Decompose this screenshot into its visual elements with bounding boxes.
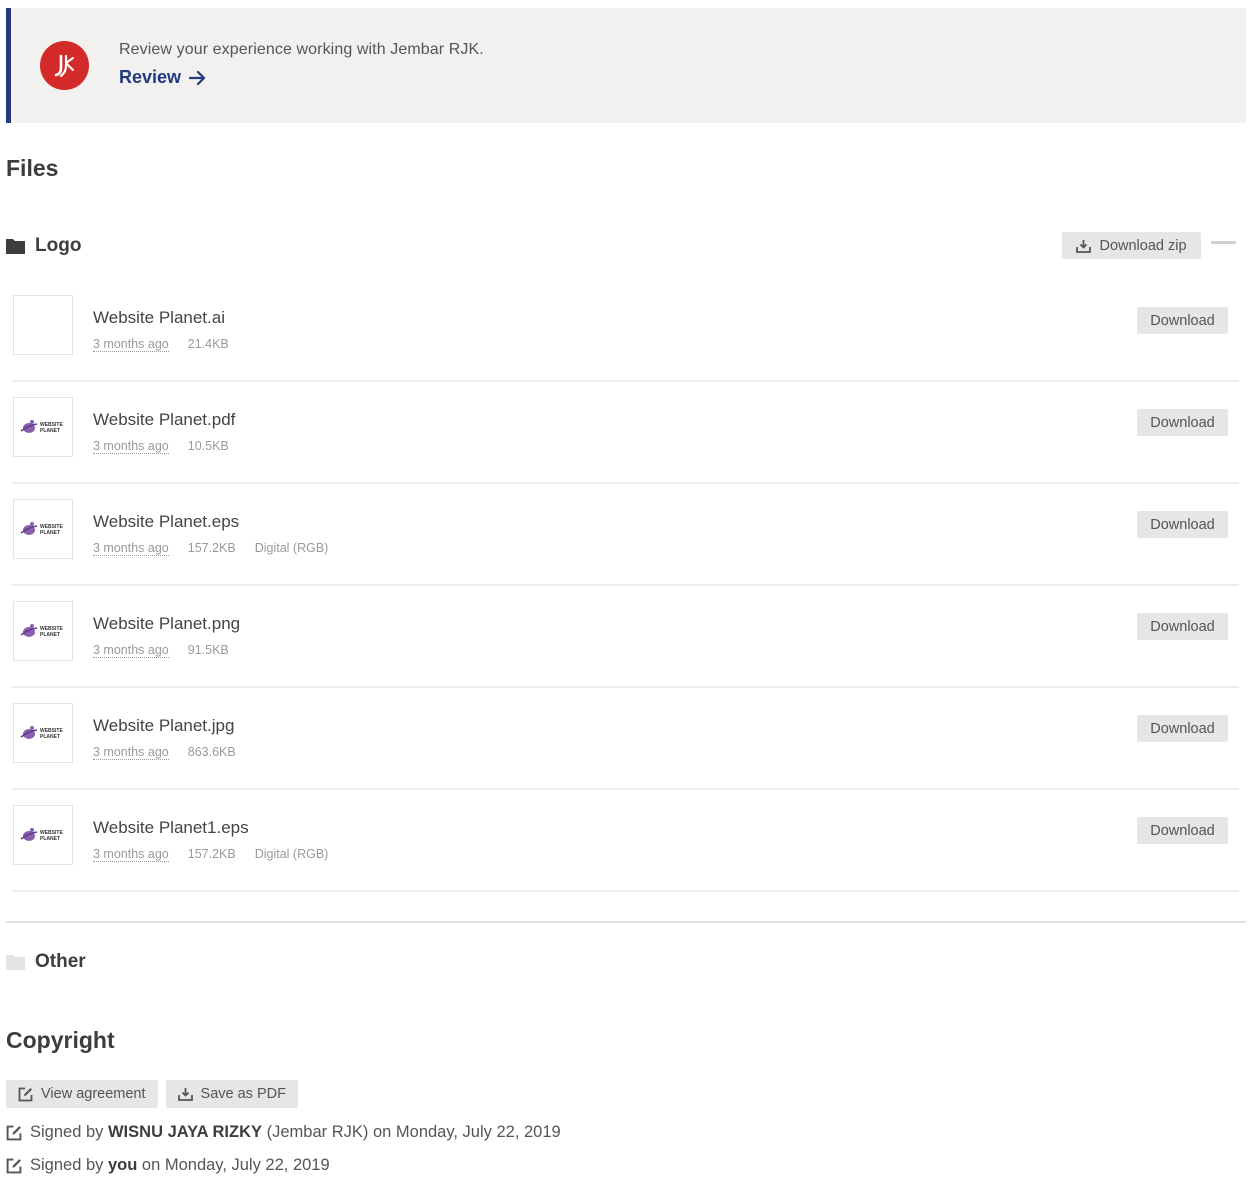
website-planet-logo-icon: WEBSITEPLANET (20, 624, 63, 638)
file-name[interactable]: Website Planet.pdf (93, 410, 235, 430)
file-size: 91.5KB (187, 643, 229, 657)
jembar-logo-icon (54, 54, 74, 77)
file-meta: 3 months ago 21.4KB (93, 337, 229, 352)
download-icon (177, 1088, 193, 1101)
file-thumbnail[interactable]: WEBSITE PLANET (13, 703, 73, 763)
file-name[interactable]: Website Planet1.eps (93, 818, 249, 838)
download-button[interactable]: Download (1137, 409, 1228, 436)
file-age: 3 months ago (93, 439, 169, 454)
download-label: Download (1150, 414, 1215, 431)
download-button[interactable]: Download (1137, 511, 1228, 538)
signer-name: WISNU JAYA RIZKY (107, 1123, 263, 1141)
website-planet-logo-icon: WEBSITEPLANET (20, 522, 63, 536)
view-agreement-label: View agreement (41, 1086, 146, 1102)
folder-icon (6, 955, 25, 970)
download-zip-button[interactable]: Download zip (1062, 232, 1201, 259)
file-age: 3 months ago (93, 847, 169, 862)
file-thumbnail[interactable] (13, 295, 73, 355)
file-size: 863.6KB (187, 745, 236, 759)
file-thumbnail[interactable]: WEBSITE PLANET (13, 805, 73, 865)
file-row: WEBSITE PLANET Website Planet.pdf 3 months … (12, 382, 1239, 484)
folder-logo-label: Logo (35, 235, 82, 256)
save-pdf-button[interactable]: Save as PDF (165, 1080, 298, 1108)
signer-name: you (107, 1156, 138, 1174)
download-button[interactable]: Download (1137, 613, 1228, 640)
file-age: 3 months ago (93, 541, 169, 556)
file-age: 3 months ago (93, 337, 169, 352)
file-meta: 3 months ago 91.5KB (93, 643, 229, 658)
copyright-actions: View agreement Save as PDF (6, 1080, 298, 1108)
file-row: Website Planet.ai 3 months ago 21.4KB Downl… (12, 280, 1239, 382)
folder-other[interactable]: Other (6, 951, 86, 973)
view-agreement-button[interactable]: View agreement (6, 1080, 158, 1108)
file-size: 157.2KB (187, 847, 236, 861)
svg-text:PLANET: PLANET (40, 632, 60, 638)
file-color-mode: Digital (RGB) (254, 541, 329, 555)
signature-designer: Signed by WISNU JAYA RIZKY (Jembar RJK) … (6, 1123, 561, 1142)
file-meta: 3 months ago 157.2KB Digital (RGB) (93, 541, 328, 556)
file-name[interactable]: Website Planet.jpg (93, 716, 234, 736)
svg-text:PLANET: PLANET (40, 836, 60, 842)
review-link[interactable]: Review (119, 67, 207, 88)
download-button[interactable]: Download (1137, 715, 1228, 742)
file-size: 10.5KB (187, 439, 229, 453)
signature-client: Signed by you on Monday, July 22, 2019 (6, 1156, 330, 1175)
edit-icon (18, 1087, 33, 1101)
arrow-right-icon (189, 70, 206, 85)
folder-logo[interactable]: Logo (6, 235, 81, 257)
file-thumbnail[interactable]: WEBSITE PLANET (13, 499, 73, 559)
files-heading: Files (6, 155, 59, 181)
file-age: 3 months ago (93, 643, 169, 658)
file-size: 157.2KB (187, 541, 236, 555)
download-label: Download (1150, 312, 1215, 329)
file-meta: 3 months ago 10.5KB (93, 439, 229, 454)
svg-text:PLANET: PLANET (40, 530, 60, 536)
file-row: WEBSITE PLANET Website Planet.eps 3 months … (12, 484, 1239, 586)
file-size: 21.4KB (187, 337, 229, 351)
section-divider (6, 921, 1246, 923)
file-thumbnail[interactable]: WEBSITE PLANET (13, 397, 73, 457)
file-name[interactable]: Website Planet.png (93, 614, 240, 634)
download-label: Download (1150, 618, 1215, 635)
edit-icon (6, 1125, 22, 1140)
file-row: WEBSITE PLANET Website Planet.jpg 3 months … (12, 688, 1239, 790)
download-zip-label: Download zip (1099, 237, 1187, 254)
file-meta: 3 months ago 863.6KB (93, 745, 236, 760)
file-name[interactable]: Website Planet.eps (93, 512, 239, 532)
download-label: Download (1150, 516, 1215, 533)
download-button[interactable]: Download (1137, 817, 1228, 844)
website-planet-logo-icon: WEBSITEPLANET (20, 726, 63, 740)
signature-text: Signed by you on Monday, July 22, 2019 (30, 1156, 330, 1174)
download-button[interactable]: Download (1137, 307, 1228, 334)
review-message: Review your experience working with Jemb… (119, 41, 484, 58)
file-meta: 3 months ago 157.2KB Digital (RGB) (93, 847, 328, 862)
file-thumbnail[interactable]: WEBSITE PLANET (13, 601, 73, 661)
signature-text: Signed by WISNU JAYA RIZKY (Jembar RJK) … (30, 1123, 561, 1141)
file-row: WEBSITE PLANET Website Planet1.eps 3 months… (12, 790, 1239, 892)
website-planet-logo-icon: WEBSITEPLANET (20, 828, 63, 842)
file-age: 3 months ago (93, 745, 169, 760)
download-label: Download (1150, 720, 1215, 737)
download-icon (1076, 239, 1092, 253)
copyright-heading: Copyright (6, 1027, 115, 1053)
save-pdf-label: Save as PDF (200, 1086, 286, 1102)
designer-avatar (40, 41, 89, 90)
folder-other-label: Other (35, 951, 86, 972)
svg-text:PLANET: PLANET (40, 428, 60, 434)
file-list: Website Planet.ai 3 months ago 21.4KB Downl… (12, 280, 1239, 892)
website-planet-logo-icon: WEBSITEPLANET (20, 420, 63, 434)
review-link-label: Review (119, 67, 182, 87)
folder-icon (6, 239, 25, 254)
edit-icon (6, 1158, 22, 1173)
file-color-mode: Digital (RGB) (254, 847, 329, 861)
download-label: Download (1150, 822, 1215, 839)
svg-text:PLANET: PLANET (40, 734, 60, 740)
collapse-folder-toggle[interactable] (1211, 241, 1236, 244)
file-row: WEBSITE PLANET Website Planet.png 3 months … (12, 586, 1239, 688)
file-name[interactable]: Website Planet.ai (93, 308, 225, 328)
review-banner: Review your experience working with Jemb… (6, 8, 1246, 123)
